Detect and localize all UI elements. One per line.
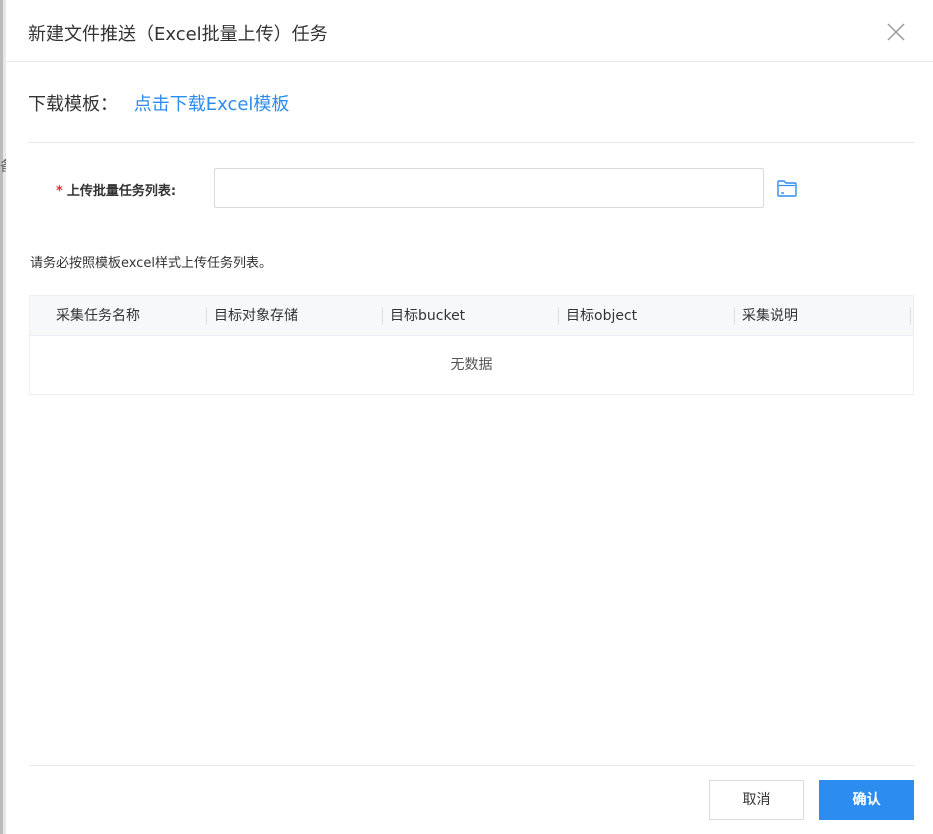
confirm-button[interactable]: 确认	[819, 780, 914, 820]
folder-icon[interactable]	[776, 177, 798, 199]
required-mark: *	[56, 184, 63, 199]
close-icon[interactable]	[884, 20, 908, 44]
column-header-description: 采集说明	[742, 308, 798, 324]
task-table: 采集任务名称 目标对象存储 目标bucket 目标object 采集说明 无数据	[29, 295, 914, 395]
column-separator	[910, 307, 911, 325]
column-header-target-bucket: 目标bucket	[390, 308, 466, 324]
footer-divider	[29, 765, 915, 766]
upload-hint: 请务必按照模板excel样式上传任务列表。	[30, 256, 272, 271]
column-separator	[734, 307, 735, 325]
column-separator	[558, 307, 559, 325]
template-label: 下载模板：	[28, 94, 118, 115]
table-empty-state: 无数据	[450, 357, 493, 373]
download-template-link[interactable]: 点击下载Excel模板	[134, 94, 290, 115]
column-header-task-name: 采集任务名称	[56, 308, 140, 324]
column-header-target-storage: 目标对象存储	[214, 308, 298, 324]
column-separator	[382, 307, 383, 325]
column-separator	[206, 307, 207, 325]
cancel-button[interactable]: 取消	[709, 780, 804, 820]
modal-dialog: 新建文件推送（Excel批量上传）任务 下载模板： 点击下载Excel模板 * 上…	[6, 0, 933, 834]
upload-label-text: 上传批量任务列表:	[66, 184, 177, 199]
dialog-header: 新建文件推送（Excel批量上传）任务	[6, 0, 933, 62]
upload-form-row: * 上传批量任务列表:	[6, 168, 933, 208]
backdrop-edge	[0, 0, 3, 834]
section-divider	[28, 142, 914, 143]
template-row: 下载模板： 点击下载Excel模板	[28, 90, 289, 116]
upload-label: * 上传批量任务列表:	[56, 180, 176, 199]
column-header-target-object: 目标object	[566, 308, 638, 324]
dialog-title: 新建文件推送（Excel批量上传）任务	[28, 24, 328, 45]
table-header: 采集任务名称 目标对象存储 目标bucket 目标object 采集说明	[30, 296, 913, 336]
upload-file-input[interactable]	[214, 168, 764, 208]
